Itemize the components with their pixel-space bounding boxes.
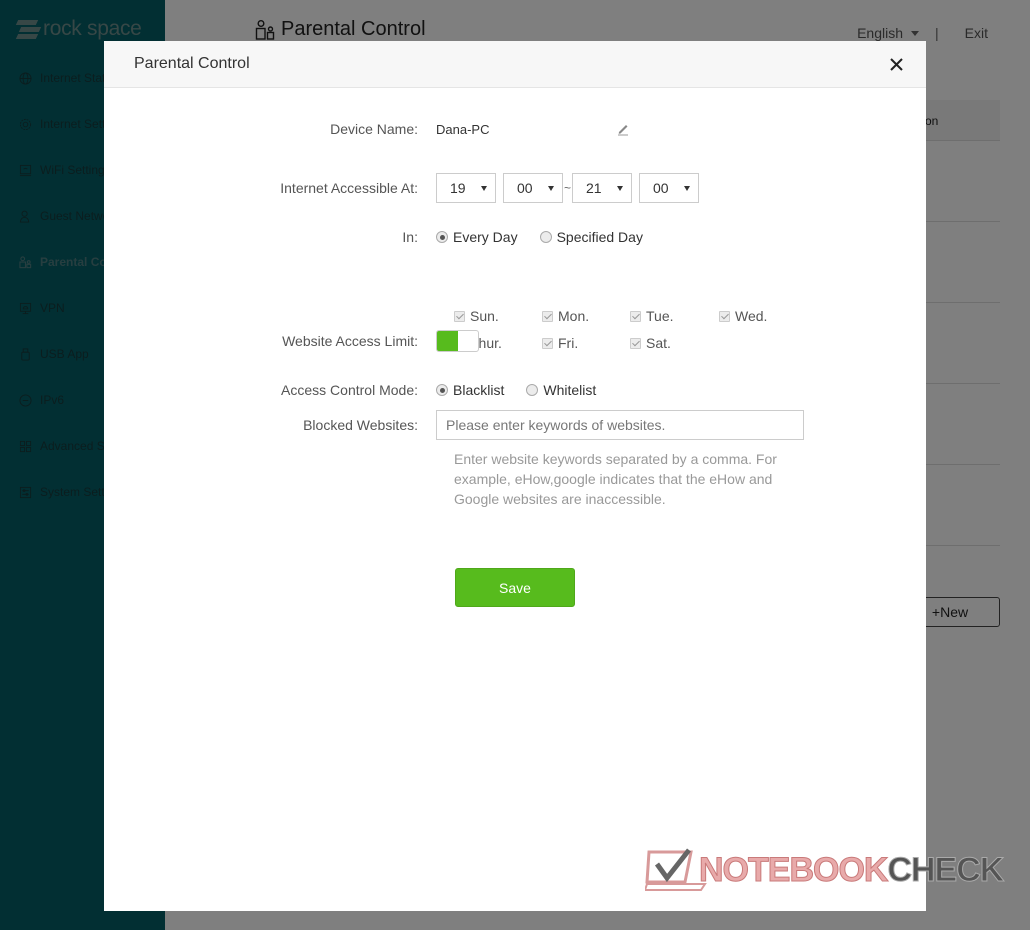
end-hour-value: 21 [586,180,602,196]
day-label: Wed. [735,308,768,324]
blocked-websites-label: Blocked Websites: [303,417,418,433]
website-limit-label: Website Access Limit: [282,333,418,349]
start-hour-select[interactable]: 19 [436,173,496,203]
day-checkbox-tue[interactable]: Tue. [630,308,719,324]
radio-selected-icon [436,384,448,396]
day-label: Sun. [470,308,499,324]
watermark-text-notebook: NOTEBOOK [698,850,888,889]
toggle-on-indicator [437,331,458,351]
blocked-websites-hint: Enter website keywords separated by a co… [454,451,777,507]
start-minute-select[interactable]: 00 [503,173,563,203]
checkbox-checked-icon [630,310,641,322]
end-hour-select[interactable]: 21 [572,173,633,203]
start-hour-value: 19 [450,180,466,196]
save-button[interactable]: Save [455,568,575,607]
dropdown-arrow-icon [548,185,554,191]
access-mode-label: Access Control Mode: [281,382,418,398]
day-label: Mon. [558,308,590,324]
edit-pencil-icon[interactable] [616,122,630,136]
range-separator: ~ [564,181,572,195]
device-name-row: Device Name: Dana-PC [104,121,926,137]
day-mode-label: In: [402,229,418,245]
checkbox-checked-icon [719,310,730,322]
laptop-check-logo-icon [645,848,707,891]
website-limit-row: Website Access Limit: [104,330,926,352]
radio-unselected-icon [526,384,539,396]
close-button[interactable] [888,56,904,72]
day-mode-row: In: Every Day Specified Day [104,229,926,245]
radio-label: Whitelist [543,382,597,398]
blocked-websites-row: Blocked Websites: [104,410,926,440]
notebookcheck-watermark: NOTEBOOK CHECK [645,848,1005,892]
radio-label: Every Day [453,229,518,245]
checkbox-checked-icon [542,310,553,322]
dropdown-arrow-icon [617,185,624,191]
dialog-title: Parental Control [134,55,250,72]
end-minute-value: 00 [653,180,669,196]
dialog-header: Parental Control [104,41,926,88]
whitelist-radio[interactable]: Whitelist [526,382,596,398]
radio-unselected-icon [539,231,552,243]
day-label: Tue. [646,308,674,324]
radio-label: Specified Day [556,229,643,245]
day-checkbox-mon[interactable]: Mon. [542,308,630,324]
radio-label: Blacklist [453,382,505,398]
blacklist-radio[interactable]: Blacklist [436,382,504,398]
access-time-row: Internet Accessible At: 19 00 ~ 21 00 [104,173,926,203]
dropdown-arrow-icon [684,185,691,191]
device-name-value: Dana-PC [436,121,490,137]
radio-selected-icon [436,231,448,243]
access-time-label: Internet Accessible At: [280,180,418,196]
parental-control-dialog: Parental Control Device Name: Dana-PC In… [104,41,926,911]
blocked-websites-input[interactable] [436,410,804,440]
access-mode-row: Access Control Mode: Blacklist Whitelist [104,382,926,398]
website-limit-toggle[interactable] [436,330,479,352]
watermark-text-check: CHECK [887,850,1005,889]
start-minute-value: 00 [517,180,533,196]
close-icon [889,57,903,71]
dropdown-arrow-icon [481,185,487,191]
checkbox-checked-icon [454,310,465,322]
day-checkbox-wed[interactable]: Wed. [719,308,807,324]
day-checkbox-sun[interactable]: Sun. [454,308,542,324]
device-name-label: Device Name: [330,121,418,137]
end-minute-select[interactable]: 00 [639,173,700,203]
every-day-radio[interactable]: Every Day [436,229,518,245]
specified-day-radio[interactable]: Specified Day [539,229,643,245]
